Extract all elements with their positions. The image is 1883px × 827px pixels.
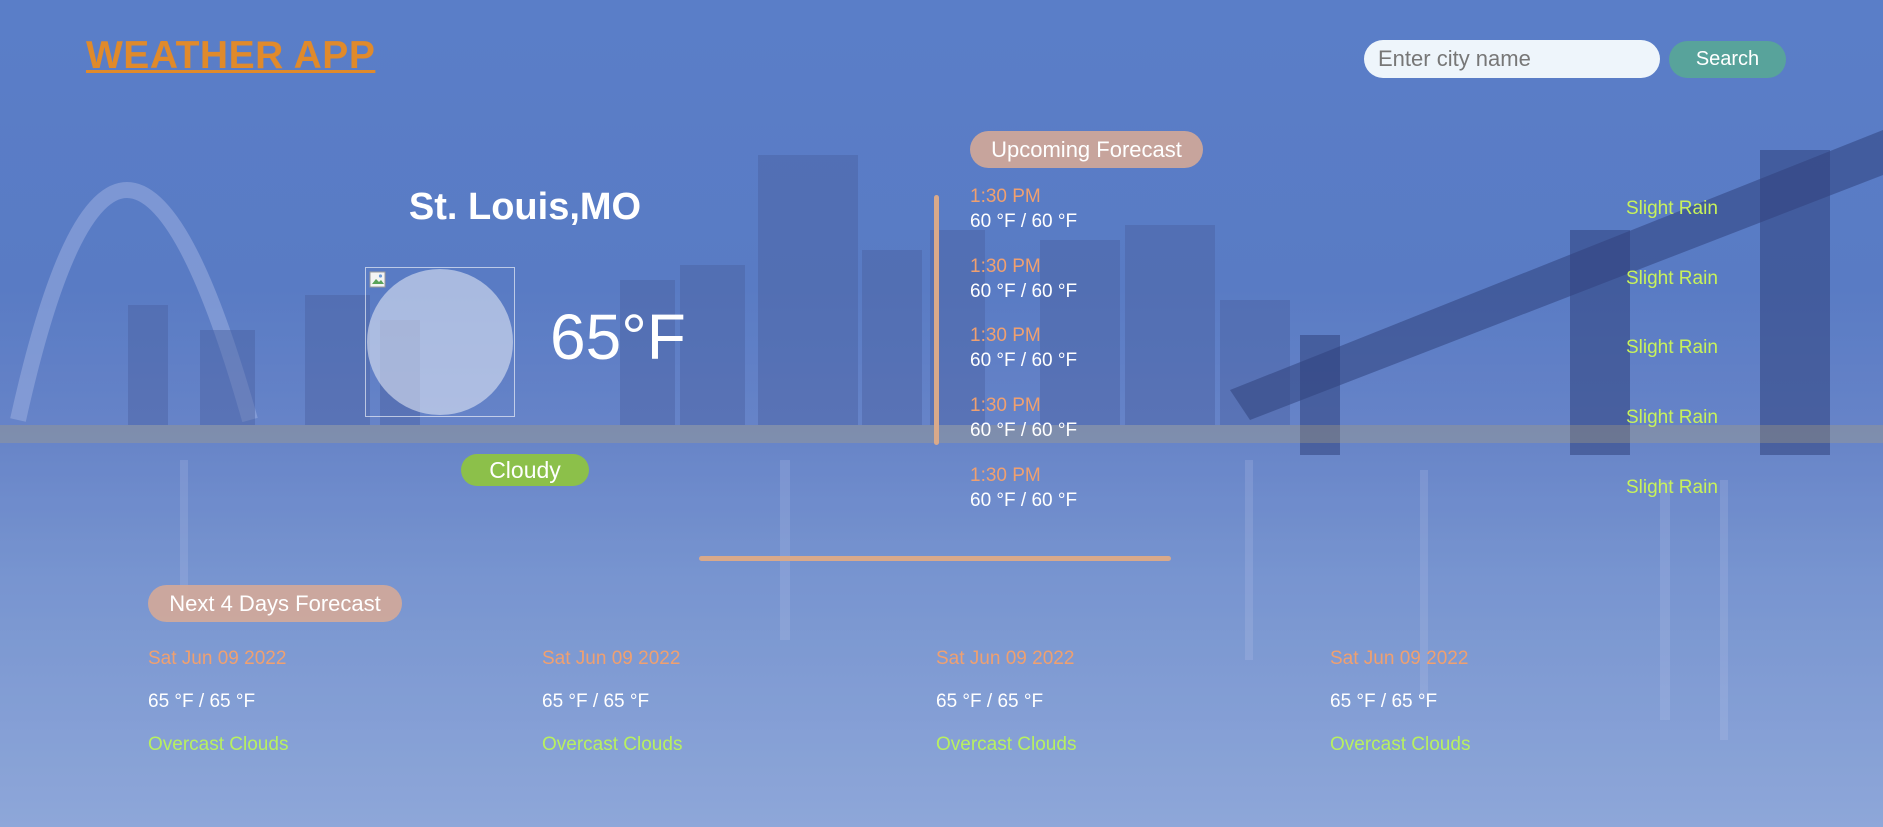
current-temperature: 65°F <box>550 301 686 373</box>
forecast-time: 1:30 PM <box>970 325 1041 346</box>
day-description: Overcast Clouds <box>936 734 1077 755</box>
upcoming-forecast-item: 1:30 PM 60 °F / 60 °F Slight Rain <box>970 325 1730 381</box>
next-days-forecast-heading: Next 4 Days Forecast <box>148 585 402 622</box>
upcoming-forecast-item: 1:30 PM 60 °F / 60 °F Slight Rain <box>970 465 1730 521</box>
current-weather-image <box>365 267 515 417</box>
day-description: Overcast Clouds <box>1330 734 1471 755</box>
forecast-description: Slight Rain <box>1626 477 1718 498</box>
forecast-time: 1:30 PM <box>970 256 1041 277</box>
forecast-time: 1:30 PM <box>970 465 1041 486</box>
day-date: Sat Jun 09 2022 <box>148 648 287 669</box>
forecast-temp-range: 60 °F / 60 °F <box>970 490 1078 511</box>
current-city: St. Louis,MO <box>408 186 642 228</box>
forecast-description: Slight Rain <box>1626 337 1718 358</box>
forecast-description: Slight Rain <box>1626 198 1718 219</box>
weather-image-placeholder <box>367 269 513 415</box>
forecast-time: 1:30 PM <box>970 186 1041 207</box>
app-title-link[interactable]: WEATHER APP <box>86 34 375 78</box>
upcoming-forecast-item: 1:30 PM 60 °F / 60 °F Slight Rain <box>970 395 1730 451</box>
day-date: Sat Jun 09 2022 <box>542 648 681 669</box>
vertical-divider <box>934 195 939 445</box>
broken-image-icon <box>369 271 386 288</box>
forecast-temp-range: 60 °F / 60 °F <box>970 281 1078 302</box>
forecast-temp-range: 60 °F / 60 °F <box>970 420 1078 441</box>
day-forecast-card: Sat Jun 09 2022 65 °F / 65 °F Overcast C… <box>542 648 842 756</box>
day-description: Overcast Clouds <box>148 734 289 755</box>
day-forecast-card: Sat Jun 09 2022 65 °F / 65 °F Overcast C… <box>936 648 1236 756</box>
current-condition-badge: Cloudy <box>461 454 589 486</box>
day-date: Sat Jun 09 2022 <box>1330 648 1469 669</box>
horizontal-divider <box>699 556 1171 561</box>
day-temp-range: 65 °F / 65 °F <box>542 691 650 712</box>
day-temp-range: 65 °F / 65 °F <box>936 691 1044 712</box>
day-temp-range: 65 °F / 65 °F <box>1330 691 1438 712</box>
forecast-time: 1:30 PM <box>970 395 1041 416</box>
city-search-input[interactable] <box>1364 40 1660 78</box>
forecast-description: Slight Rain <box>1626 407 1718 428</box>
upcoming-forecast-heading: Upcoming Forecast <box>970 131 1203 168</box>
forecast-temp-range: 60 °F / 60 °F <box>970 211 1078 232</box>
day-date: Sat Jun 09 2022 <box>936 648 1075 669</box>
forecast-temp-range: 60 °F / 60 °F <box>970 350 1078 371</box>
day-forecast-card: Sat Jun 09 2022 65 °F / 65 °F Overcast C… <box>1330 648 1630 756</box>
day-temp-range: 65 °F / 65 °F <box>148 691 256 712</box>
search-button[interactable]: Search <box>1669 41 1786 78</box>
day-forecast-card: Sat Jun 09 2022 65 °F / 65 °F Overcast C… <box>148 648 448 756</box>
upcoming-forecast-item: 1:30 PM 60 °F / 60 °F Slight Rain <box>970 256 1730 312</box>
forecast-description: Slight Rain <box>1626 268 1718 289</box>
day-description: Overcast Clouds <box>542 734 683 755</box>
upcoming-forecast-item: 1:30 PM 60 °F / 60 °F Slight Rain <box>970 186 1730 242</box>
